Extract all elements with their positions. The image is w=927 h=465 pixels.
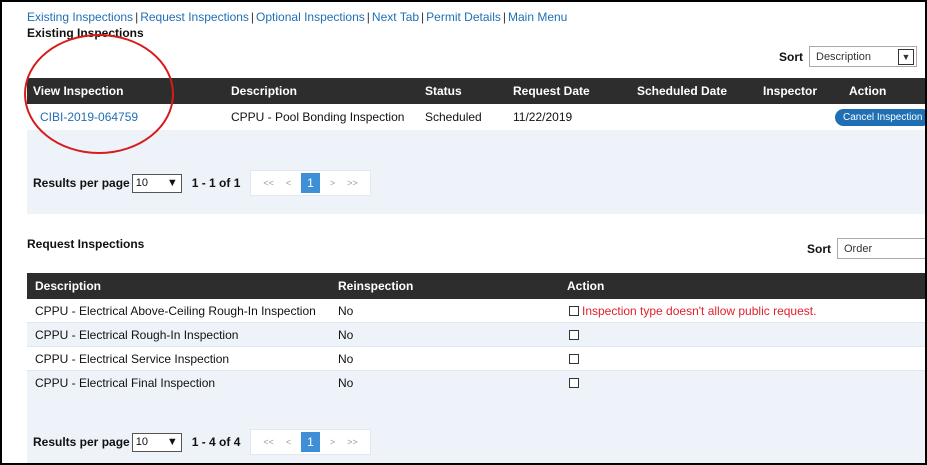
results-per-page-value: 10 xyxy=(135,436,148,448)
col-reinspection: Reinspection xyxy=(338,279,414,293)
prev-page-button[interactable]: < xyxy=(286,437,291,447)
chevron-down-icon: ▼ xyxy=(898,48,914,65)
request-reinspection: No xyxy=(338,352,354,366)
inspection-description: CPPU - Pool Bonding Inspection xyxy=(231,110,405,124)
checkbox-icon[interactable] xyxy=(569,330,579,340)
table-row: CIBI-2019-064759 CPPU - Pool Bonding Ins… xyxy=(27,104,925,130)
pagination: << < 1 > >> xyxy=(250,170,371,196)
screen-frame: Existing Inspections | Request Inspections… xyxy=(0,0,927,465)
next-page-button[interactable]: > xyxy=(330,437,335,447)
results-range: 1 - 1 of 1 xyxy=(191,176,241,190)
results-per-page-label: Results per page xyxy=(33,176,130,190)
request-inspections-title: Request Inspections xyxy=(27,237,145,251)
request-description: CPPU - Electrical Service Inspection xyxy=(35,352,230,366)
checkbox-icon[interactable] xyxy=(569,378,579,388)
existing-sort-label: Sort xyxy=(779,49,803,64)
table-row: CPPU - Electrical Rough-In Inspection No xyxy=(27,323,925,347)
table-row: CPPU - Electrical Final Inspection No xyxy=(27,371,925,395)
col-action: Action xyxy=(567,279,605,293)
nav-main-menu[interactable]: Main Menu xyxy=(508,10,567,24)
nav-request-inspections[interactable]: Request Inspections xyxy=(140,10,249,24)
col-description: Description xyxy=(231,84,298,98)
results-per-page-value: 10 xyxy=(135,177,148,189)
request-warning: Inspection type doesn't allow public req… xyxy=(582,304,817,318)
inspection-request-date: 11/22/2019 xyxy=(513,110,573,124)
inspection-status: Scheduled xyxy=(425,110,482,124)
next-page-button[interactable]: > xyxy=(330,178,335,188)
existing-table-header: View Inspection Description Status Reque… xyxy=(27,78,925,104)
table-row: CPPU - Electrical Above-Ceiling Rough-In… xyxy=(27,299,925,323)
results-range: 1 - 4 of 4 xyxy=(191,435,241,449)
results-per-page-select[interactable]: 10 ▼ xyxy=(131,432,182,452)
prev-page-button[interactable]: < xyxy=(286,178,291,188)
col-status: Status xyxy=(425,84,462,98)
first-page-button[interactable]: << xyxy=(263,437,274,447)
nav-existing-inspections[interactable]: Existing Inspections xyxy=(27,10,133,24)
request-sort-value: Order xyxy=(844,242,873,255)
col-inspector: Inspector xyxy=(763,84,818,98)
existing-pager: Results per page 10 ▼ 1 - 1 of 1 << < 1 … xyxy=(33,170,371,196)
col-view-inspection: View Inspection xyxy=(33,84,124,98)
existing-sort-select[interactable]: Description ▼ xyxy=(809,46,917,67)
chevron-down-icon: ▼ xyxy=(166,177,178,189)
inspection-id-link[interactable]: CIBI-2019-064759 xyxy=(40,110,138,124)
nav-optional-inspections[interactable]: Optional Inspections xyxy=(256,10,365,24)
request-reinspection: No xyxy=(338,376,354,390)
request-description: CPPU - Electrical Above-Ceiling Rough-In… xyxy=(35,304,316,318)
existing-sort-value: Description xyxy=(816,50,872,63)
checkbox-icon[interactable] xyxy=(569,354,579,364)
results-per-page-select[interactable]: 10 ▼ xyxy=(131,173,182,193)
request-sort-select[interactable]: Order ▼ xyxy=(837,238,925,259)
request-reinspection: No xyxy=(338,304,354,318)
request-pager: Results per page 10 ▼ 1 - 4 of 4 << < 1 … xyxy=(33,429,371,455)
nav-permit-details[interactable]: Permit Details xyxy=(426,10,501,24)
col-request-date: Request Date xyxy=(513,84,590,98)
chevron-down-icon: ▼ xyxy=(166,436,178,448)
top-nav: Existing Inspections | Request Inspections… xyxy=(27,10,568,24)
request-sort-label: Sort xyxy=(807,241,831,256)
first-page-button[interactable]: << xyxy=(263,178,274,188)
col-description: Description xyxy=(35,279,102,293)
request-description: CPPU - Electrical Rough-In Inspection xyxy=(35,328,239,342)
request-inspections-panel: Description Reinspection Action CPPU - E… xyxy=(27,273,925,463)
cancel-inspection-button[interactable]: Cancel Inspection xyxy=(835,109,925,126)
existing-inspections-panel: View Inspection Description Status Reque… xyxy=(27,78,925,214)
current-page-button[interactable]: 1 xyxy=(301,432,320,452)
request-sort: Sort Order ▼ xyxy=(807,238,925,259)
table-row: CPPU - Electrical Service Inspection No xyxy=(27,347,925,371)
existing-inspections-title: Existing Inspections xyxy=(27,26,144,40)
col-action: Action xyxy=(849,84,887,98)
last-page-button[interactable]: >> xyxy=(347,178,358,188)
request-reinspection: No xyxy=(338,328,354,342)
checkbox-icon[interactable] xyxy=(569,306,579,316)
col-scheduled-date: Scheduled Date xyxy=(637,84,728,98)
request-description: CPPU - Electrical Final Inspection xyxy=(35,376,216,390)
existing-sort: Sort Description ▼ xyxy=(779,46,917,67)
pagination: << < 1 > >> xyxy=(250,429,371,455)
request-table-header: Description Reinspection Action xyxy=(27,273,925,299)
current-page-button[interactable]: 1 xyxy=(301,173,320,193)
nav-next-tab[interactable]: Next Tab xyxy=(372,10,419,24)
last-page-button[interactable]: >> xyxy=(347,437,358,447)
results-per-page-label: Results per page xyxy=(33,435,130,449)
